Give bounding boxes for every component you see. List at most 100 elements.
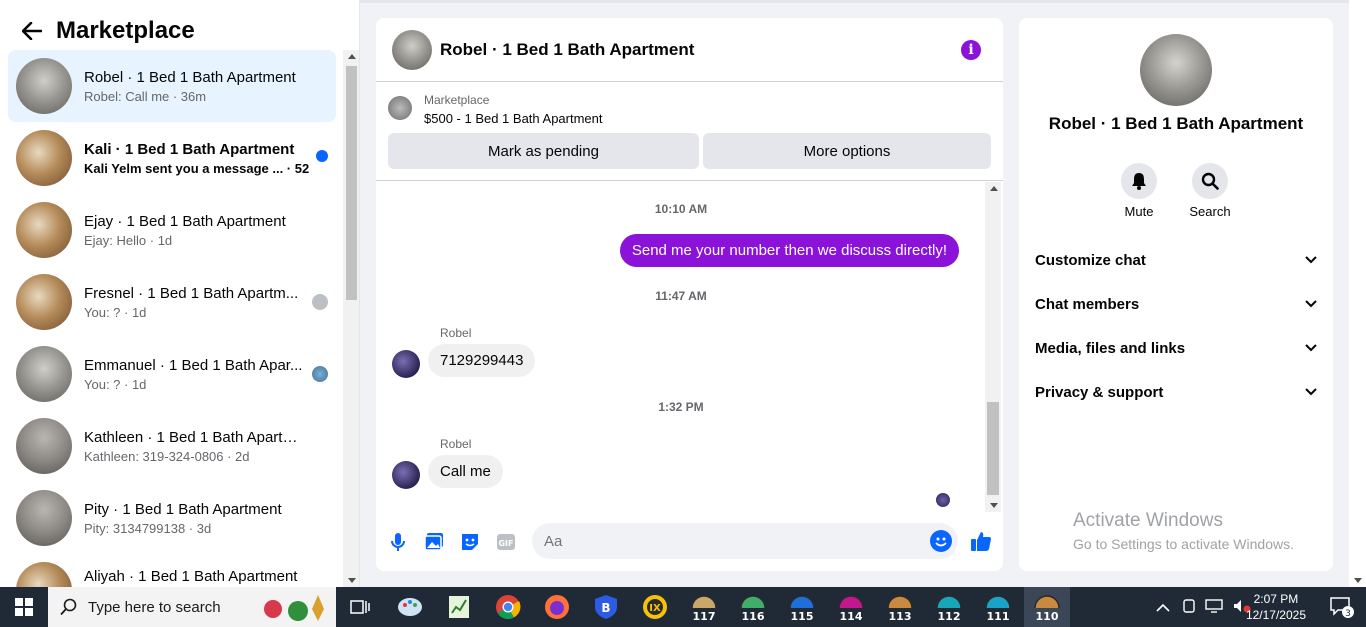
sender-avatar[interactable] xyxy=(392,350,420,378)
task-view-icon[interactable] xyxy=(344,591,376,623)
more-options-button[interactable]: More options xyxy=(703,133,991,169)
info-icon[interactable]: i xyxy=(961,40,981,60)
conversation-item[interactable]: Kathleen · 1 Bed 1 Bath Apartment Kathle… xyxy=(8,410,336,482)
outgoing-message[interactable]: Send me your number then we discuss dire… xyxy=(619,234,959,267)
chat-title[interactable]: Robel · 1 Bed 1 Bath Apartment xyxy=(440,40,694,60)
emoji-icon[interactable] xyxy=(930,530,952,552)
svg-text:IX: IX xyxy=(649,603,661,614)
section-label: Media, files and links xyxy=(1035,339,1186,357)
ix-browser-icon[interactable]: IX xyxy=(639,591,671,623)
notification-center-icon[interactable]: 3 xyxy=(1330,597,1354,619)
listing-thumbnail xyxy=(16,130,72,186)
privacy-support-section[interactable]: Privacy & support xyxy=(1035,370,1317,414)
chat-header: Robel · 1 Bed 1 Bath Apartment xyxy=(376,18,1003,82)
network-icon[interactable] xyxy=(1205,599,1223,613)
scroll-down-icon[interactable] xyxy=(990,503,998,508)
sidebar-header: Marketplace xyxy=(0,12,340,50)
conversation-name: Kali · 1 Bed 1 Bath Apartment xyxy=(84,140,295,158)
listing-thumbnail xyxy=(16,418,72,474)
scrollbar-thumb[interactable] xyxy=(987,402,999,495)
conversation-item[interactable]: Fresnel · 1 Bed 1 Bath Apartm... You: ? … xyxy=(8,266,336,338)
chat-scrollbar[interactable] xyxy=(985,182,1001,512)
chevron-up-icon[interactable] xyxy=(1156,603,1170,613)
profile-avatar[interactable] xyxy=(1140,34,1212,106)
chat-details-panel: Robel · 1 Bed 1 Bath Apartment Mute Sear… xyxy=(1019,18,1333,571)
app-badge: 116 xyxy=(742,610,765,622)
sender-avatar[interactable] xyxy=(392,461,420,489)
taskbar-profile-app-117[interactable]: 117 xyxy=(688,591,720,623)
sender-name: Robel xyxy=(440,437,472,451)
chat-members-section[interactable]: Chat members xyxy=(1035,282,1317,326)
taskbar-search-box[interactable]: Type here to search xyxy=(48,587,336,627)
scroll-down-icon[interactable] xyxy=(1354,578,1362,583)
message-input[interactable] xyxy=(532,523,958,559)
microphone-icon[interactable] xyxy=(387,531,409,553)
taskbar-profile-app-111[interactable]: 111 xyxy=(982,591,1014,623)
listing-thumbnail xyxy=(16,346,72,402)
thumbs-up-icon[interactable] xyxy=(969,529,993,553)
back-arrow-icon[interactable] xyxy=(10,12,54,50)
conversation-item[interactable]: Kali · 1 Bed 1 Bath Apartment Kali Yelm … xyxy=(8,122,336,194)
device-icon[interactable] xyxy=(1182,599,1196,613)
section-label: Customize chat xyxy=(1035,251,1146,269)
taskbar-profile-app-113[interactable]: 113 xyxy=(884,591,916,623)
chat-avatar[interactable] xyxy=(392,29,432,70)
app-badge: 117 xyxy=(693,610,716,622)
sticker-icon[interactable] xyxy=(459,531,481,553)
incoming-message[interactable]: Call me xyxy=(428,455,503,488)
notification-count: 3 xyxy=(1345,609,1351,619)
clock[interactable]: 2:07 PM 12/17/2025 xyxy=(1246,591,1306,623)
activate-subtitle: Go to Settings to activate Windows. xyxy=(1073,536,1294,552)
windows-taskbar: Type here to search B IX 117 116 115 114… xyxy=(0,587,1366,627)
taskbar-profile-app-112[interactable]: 112 xyxy=(933,591,965,623)
conversation-name: Pity · 1 Bed 1 Bath Apartment xyxy=(84,500,282,518)
sender-name: Robel xyxy=(440,326,472,340)
chrome-icon[interactable] xyxy=(492,591,524,623)
conversation-name: Fresnel · 1 Bed 1 Bath Apartm... xyxy=(84,284,299,302)
windows-start-icon[interactable] xyxy=(0,587,48,627)
scroll-up-icon[interactable] xyxy=(990,186,998,191)
page-scrollbar[interactable] xyxy=(1349,0,1366,587)
image-icon[interactable] xyxy=(423,531,445,553)
paint-app-icon[interactable] xyxy=(394,591,426,623)
chat-panel: Robel · 1 Bed 1 Bath Apartment i Marketp… xyxy=(376,18,1003,571)
incoming-message[interactable]: 7129299443 xyxy=(428,344,536,377)
mark-as-pending-button[interactable]: Mark as pending xyxy=(388,133,699,169)
media-files-links-section[interactable]: Media, files and links xyxy=(1035,326,1317,370)
taskbar-profile-app-114[interactable]: 114 xyxy=(835,591,867,623)
spreadsheet-app-icon[interactable] xyxy=(443,591,475,623)
customize-chat-section[interactable]: Customize chat xyxy=(1035,238,1317,282)
conversation-list: Robel · 1 Bed 1 Bath Apartment Robel: Ca… xyxy=(8,50,336,587)
conversation-item[interactable]: Ejay · 1 Bed 1 Bath Apartment Ejay: Hell… xyxy=(8,194,336,266)
chevron-down-icon xyxy=(1305,388,1317,396)
gif-icon[interactable]: GIF xyxy=(495,531,517,553)
listing-title[interactable]: $500 - 1 Bed 1 Bath Apartment xyxy=(424,111,603,126)
search-icon xyxy=(60,598,77,616)
scroll-up-icon[interactable] xyxy=(348,54,356,59)
conversation-item[interactable]: Robel · 1 Bed 1 Bath Apartment Robel: Ca… xyxy=(8,50,336,122)
scrollbar-thumb[interactable] xyxy=(346,66,357,300)
svg-text:GIF: GIF xyxy=(498,539,513,548)
timestamp: 10:10 AM xyxy=(654,202,708,216)
scroll-down-icon[interactable] xyxy=(348,578,356,583)
mute-button[interactable]: Mute xyxy=(1109,163,1169,219)
taskbar-profile-app-116[interactable]: 116 xyxy=(737,591,769,623)
search-label: Search xyxy=(1189,204,1231,219)
timestamp: 11:47 AM xyxy=(655,289,707,303)
search-button[interactable]: Search xyxy=(1180,163,1240,219)
firefox-icon[interactable] xyxy=(541,591,573,623)
conversation-item[interactable]: Emmanuel · 1 Bed 1 Bath Apar... You: ? ·… xyxy=(8,338,336,410)
taskbar-profile-app-110[interactable]: 110 xyxy=(1024,587,1070,627)
conversation-name: Robel · 1 Bed 1 Bath Apartment xyxy=(84,68,296,86)
app-badge: 114 xyxy=(840,610,863,622)
listing-thumbnail xyxy=(16,490,72,546)
taskbar-profile-app-115[interactable]: 115 xyxy=(786,591,818,623)
app-badge: 110 xyxy=(1036,610,1059,622)
sidebar-scrollbar[interactable] xyxy=(343,50,359,587)
listing-thumbnail[interactable] xyxy=(388,96,412,120)
conversation-item[interactable]: Aliyah · 1 Bed 1 Bath Apartment xyxy=(8,554,336,587)
shield-browser-icon[interactable]: B xyxy=(590,591,622,623)
clock-date: 12/17/2025 xyxy=(1245,608,1306,622)
timestamp: 1:32 PM xyxy=(658,400,704,414)
conversation-item[interactable]: Pity · 1 Bed 1 Bath Apartment Pity: 3134… xyxy=(8,482,336,554)
